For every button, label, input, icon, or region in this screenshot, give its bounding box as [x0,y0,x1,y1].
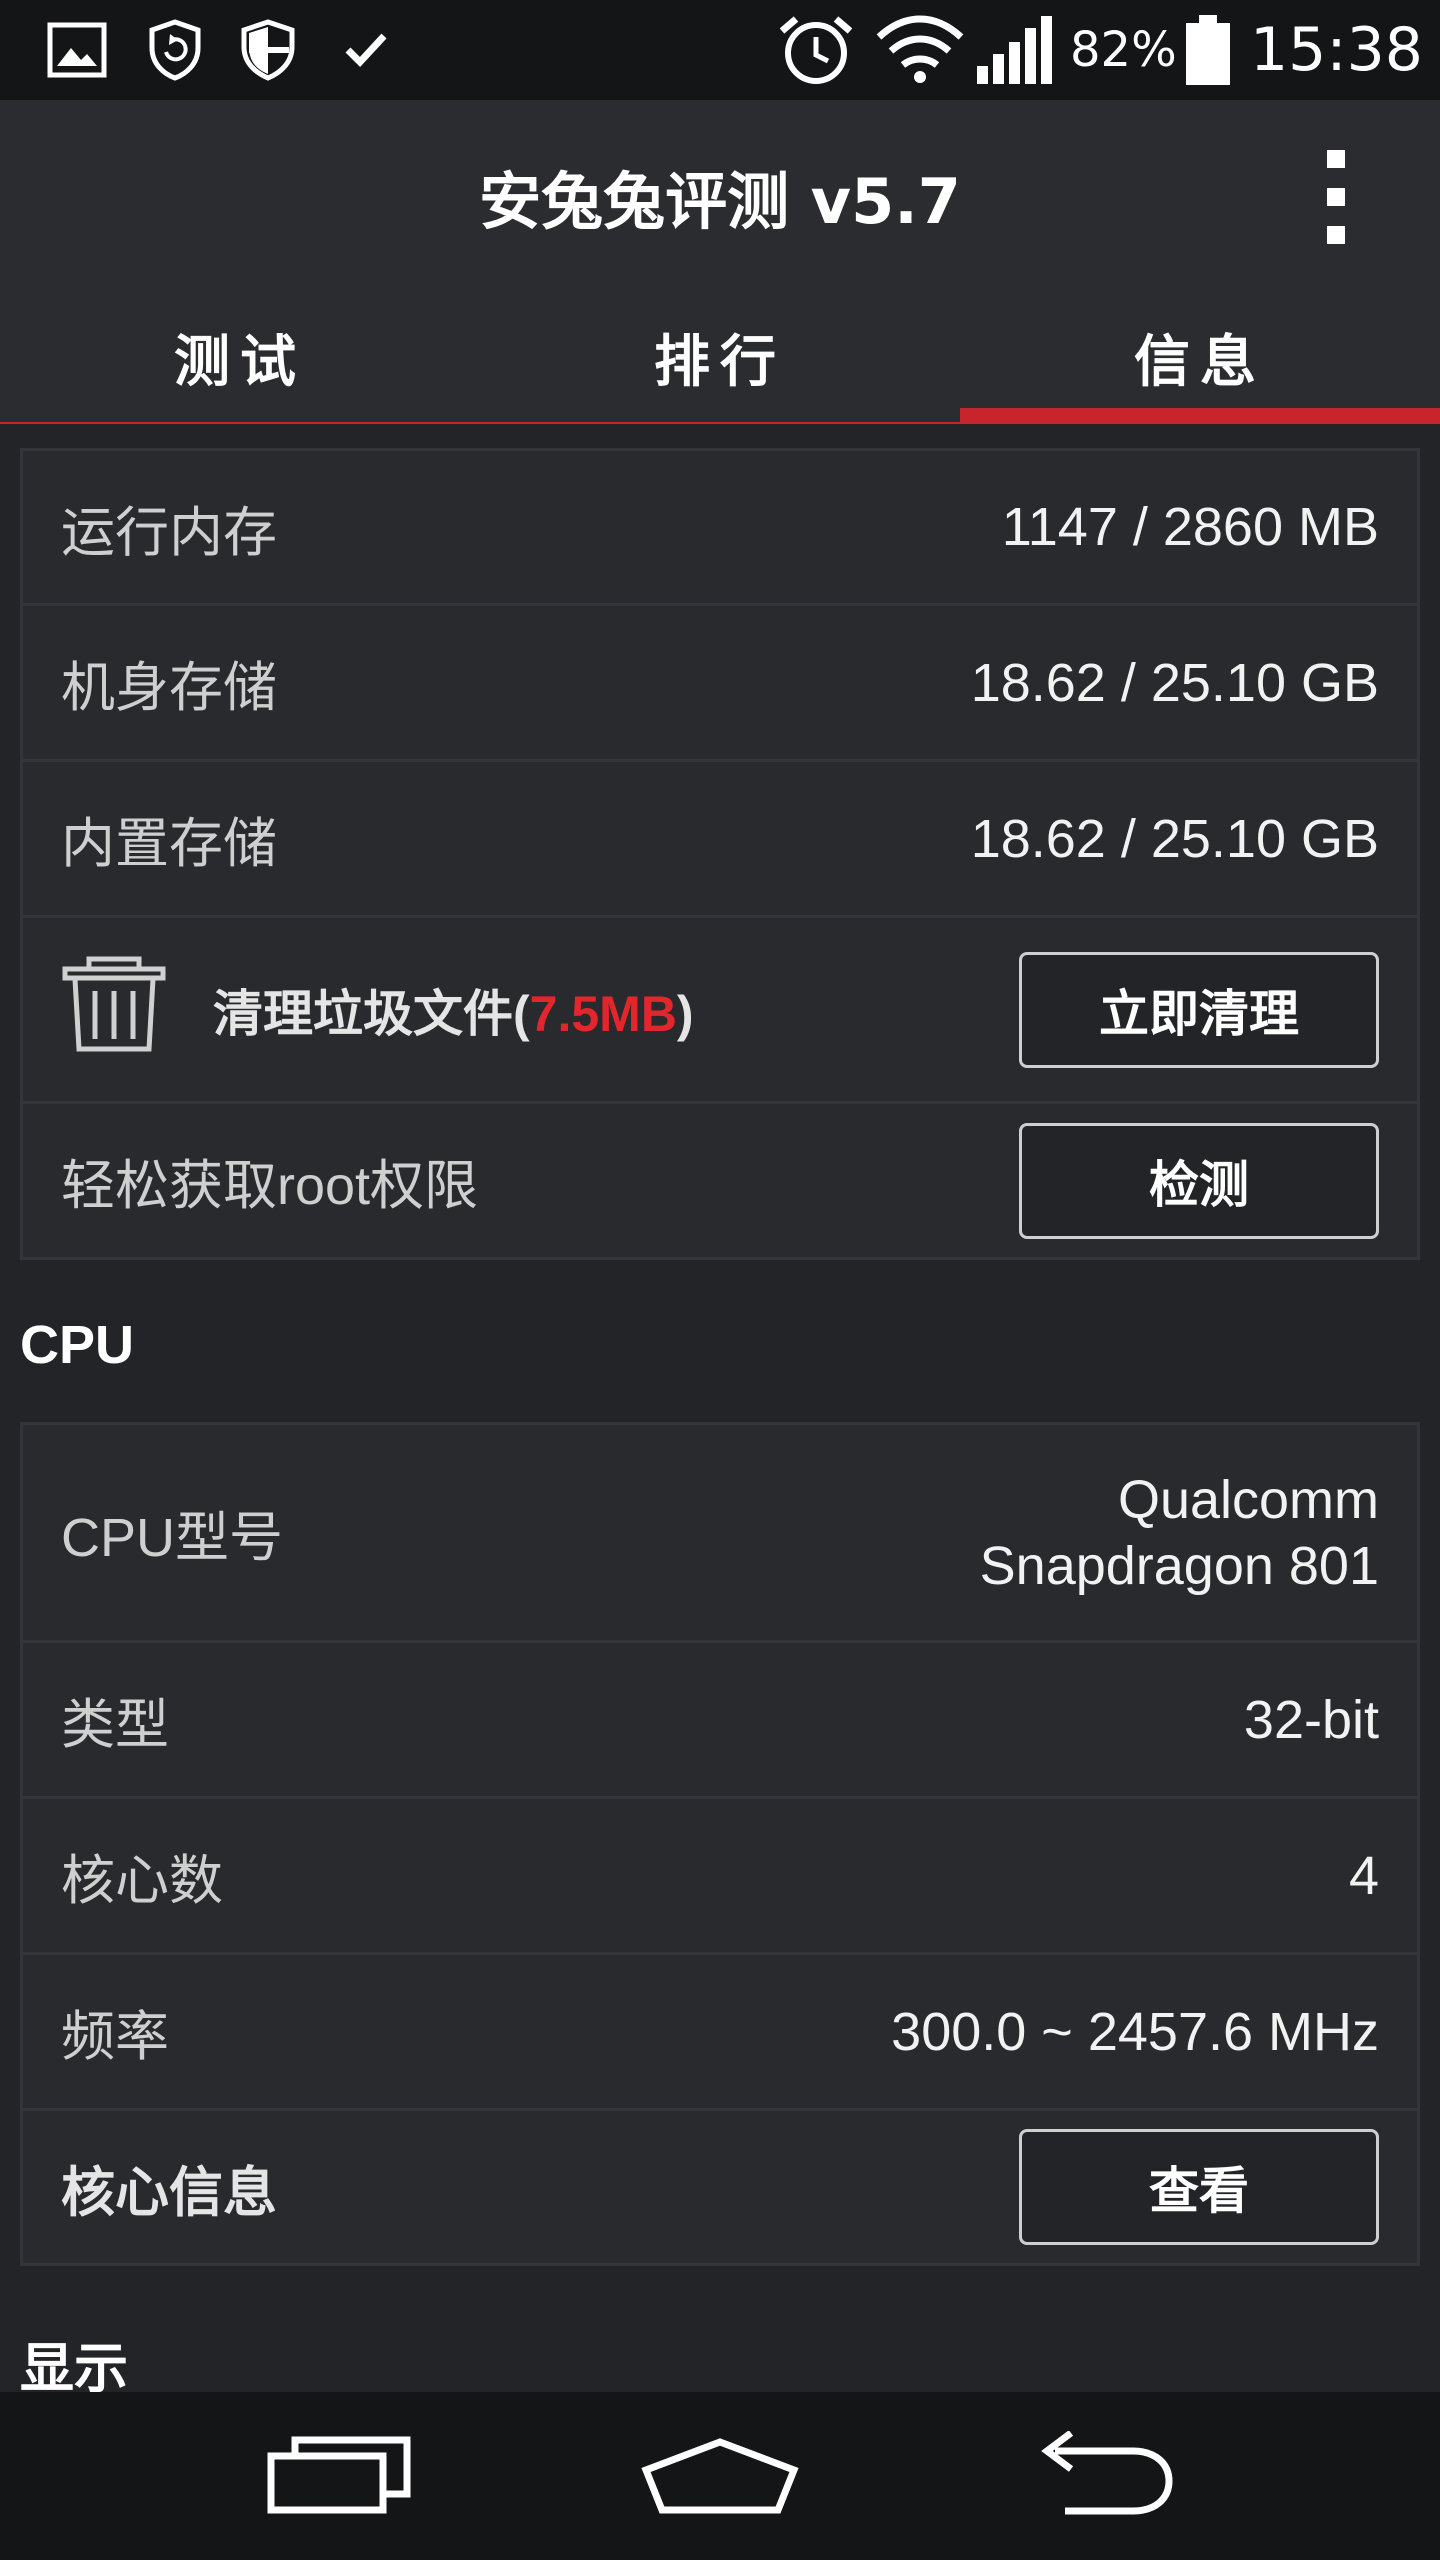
home-icon[interactable] [620,2416,820,2536]
storage-card: 运行内存 1147 / 2860 MB 机身存储 18.62 / 25.10 G… [20,448,1420,1260]
clock: 15:38 [1250,15,1423,85]
status-bar: 82% 15:38 [0,0,1440,100]
cpu-freq-row: 频率 300.0 ~ 2457.6 MHz [23,1955,1417,2111]
root-label: 轻松获取root权限 [61,1156,479,1216]
back-icon[interactable] [1000,2416,1200,2536]
wifi-icon [872,14,968,86]
image-icon [44,14,110,86]
phone-storage-row: 机身存储 18.62 / 25.10 GB [23,606,1417,762]
core-info-label: 核心信息 [61,2162,277,2223]
cpu-card: CPU型号 Qualcomm Snapdragon 801 类型 32-bit … [20,1422,1420,2266]
display-section-title: 显示 [20,2339,128,2392]
clean-junk-size: 7.5MB [529,985,677,1042]
cpu-model-row: CPU型号 Qualcomm Snapdragon 801 [23,1425,1417,1643]
battery-percent: 82% [1070,22,1177,78]
shield-refresh-icon [140,14,210,86]
recent-apps-icon[interactable] [240,2416,440,2536]
internal-storage-label: 内置存储 [61,814,277,874]
root-check-button[interactable]: 检测 [1019,1122,1379,1239]
navigation-bar [0,2392,1440,2560]
cpu-model-label: CPU型号 [61,1508,284,1568]
cpu-freq-value: 300.0 ~ 2457.6 MHz [891,2001,1379,2062]
clean-junk-suffix: ) [676,985,694,1042]
shield-icon [236,14,300,86]
clean-now-button[interactable]: 立即清理 [1019,951,1379,1068]
cpu-cores-label: 核心数 [61,1851,223,1911]
clean-junk-prefix: 清理垃圾文件( [213,985,530,1042]
cpu-model-value: Qualcomm Snapdragon 801 [980,1467,1379,1599]
cpu-cores-row: 核心数 4 [23,1799,1417,1955]
trash-icon [59,955,189,1065]
info-content[interactable]: 运行内存 1147 / 2860 MB 机身存储 18.62 / 25.10 G… [0,426,1440,2392]
alarm-icon [772,14,860,86]
root-row: 轻松获取root权限 检测 [23,1104,1417,1257]
cpu-freq-label: 频率 [61,2007,169,2067]
cpu-model-line2: Snapdragon 801 [979,1535,1379,1596]
cpu-type-label: 类型 [61,1695,169,1755]
tab-test[interactable]: 测试 [0,292,480,422]
ram-value: 1147 / 2860 MB [1001,497,1379,557]
ram-label: 运行内存 [61,502,277,563]
cpu-model-line1: Qualcomm [1117,1469,1379,1530]
phone-storage-value: 18.62 / 25.10 GB [970,652,1379,713]
cpu-cores-value: 4 [1348,1845,1379,1906]
internal-storage-value: 18.62 / 25.10 GB [970,808,1379,869]
app-bar: 安兔兔评测 v5.7 [0,100,1440,292]
battery-icon [1180,14,1236,86]
core-info-row: 核心信息 查看 [23,2111,1417,2263]
check-icon [336,14,396,86]
tab-ranking[interactable]: 排行 [480,292,960,422]
ram-row: 运行内存 1147 / 2860 MB [23,451,1417,606]
cpu-section-title: CPU [20,1315,135,1375]
more-vertical-icon[interactable] [1300,142,1372,252]
cpu-type-row: 类型 32-bit [23,1643,1417,1799]
tab-bar: 测试 排行 信息 [0,292,1440,424]
tab-info[interactable]: 信息 [960,292,1440,422]
app-title: 安兔兔评测 v5.7 [479,165,961,238]
cpu-type-value: 32-bit [1243,1689,1379,1750]
view-core-info-button[interactable]: 查看 [1019,2129,1379,2245]
phone-storage-label: 机身存储 [61,658,277,718]
clean-junk-label: 清理垃圾文件(7.5MB) [213,974,694,1046]
internal-storage-row: 内置存储 18.62 / 25.10 GB [23,762,1417,918]
signal-icon [974,14,1058,86]
clean-junk-row: 清理垃圾文件(7.5MB) 立即清理 [23,918,1417,1104]
